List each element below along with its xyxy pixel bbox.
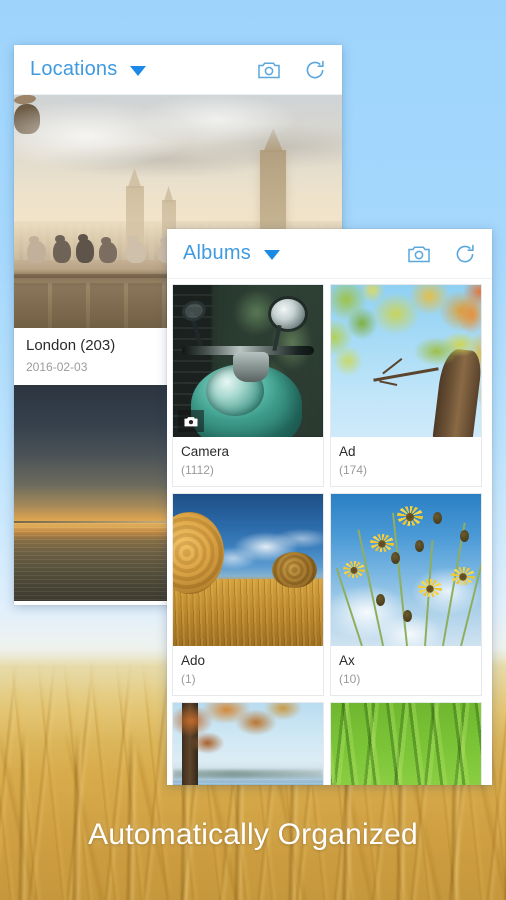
coneflower-bloom	[451, 566, 475, 585]
coneflower-bloom	[370, 533, 394, 552]
album-item-camera[interactable]: Camera (1112)	[172, 284, 324, 487]
album-name: Camera	[181, 444, 230, 459]
grass-blades	[331, 703, 481, 785]
bird-icon	[53, 234, 72, 263]
coneflower-center	[415, 539, 424, 552]
album-row: Camera (1112) Ad (174)	[172, 284, 487, 487]
bird-icon	[76, 233, 95, 263]
chevron-down-icon[interactable]	[263, 250, 280, 260]
album-item-partial-left[interactable]	[172, 702, 324, 785]
albums-card: Albums Camera (1112) Ad (174) Ado (1) Ax…	[167, 229, 492, 785]
coneflower-bloom	[418, 579, 442, 598]
album-row	[172, 702, 487, 785]
coneflower-center	[391, 551, 400, 564]
camera-badge-icon	[178, 410, 204, 432]
cloud-layer	[14, 95, 342, 231]
album-thumbnail[interactable]	[331, 703, 481, 785]
refresh-icon[interactable]	[452, 241, 478, 267]
locations-header: Locations	[14, 45, 342, 95]
album-count: (1)	[181, 672, 196, 686]
bird-icon	[125, 235, 146, 263]
autumn-foliage	[173, 703, 302, 773]
locations-title[interactable]: Locations	[30, 58, 117, 81]
bird-icon	[99, 236, 118, 263]
album-item-ado[interactable]: Ado (1)	[172, 493, 324, 696]
bird-icon	[27, 235, 47, 263]
album-name: Ad	[339, 444, 356, 459]
albums-title[interactable]: Albums	[183, 242, 251, 265]
refresh-icon[interactable]	[302, 57, 328, 83]
camera-icon[interactable]	[256, 57, 282, 83]
album-caption: Camera (1112)	[173, 437, 323, 486]
album-item-ax[interactable]: Ax (10)	[330, 493, 482, 696]
album-item-partial-right[interactable]	[330, 702, 482, 785]
album-thumbnail[interactable]	[173, 703, 323, 785]
album-row: Ado (1) Ax (10)	[172, 493, 487, 696]
camera-icon[interactable]	[406, 241, 432, 267]
album-count: (1112)	[181, 463, 214, 477]
chevron-down-icon[interactable]	[130, 66, 147, 76]
coneflower-center	[403, 609, 412, 622]
album-caption: Ado (1)	[173, 646, 323, 695]
album-caption: Ax (10)	[331, 646, 481, 695]
album-name: Ado	[181, 653, 206, 668]
albums-grid: Camera (1112) Ad (174) Ado (1) Ax (10)	[167, 279, 492, 785]
album-item-ad[interactable]: Ad (174)	[330, 284, 482, 487]
album-thumbnail[interactable]	[331, 285, 481, 437]
coneflower-bloom	[343, 560, 365, 578]
album-name: Ax	[339, 653, 355, 668]
album-thumbnail[interactable]	[331, 494, 481, 646]
album-caption: Ad (174)	[331, 437, 481, 486]
tagline-text: Automatically Organized	[88, 818, 418, 851]
albums-header: Albums	[167, 229, 492, 279]
scooter-stem	[233, 351, 269, 382]
album-count: (174)	[339, 463, 368, 477]
album-thumbnail[interactable]	[173, 285, 323, 437]
scooter-mirror-right	[271, 298, 305, 329]
hay-bale-small	[272, 551, 317, 589]
album-thumbnail[interactable]	[173, 494, 323, 646]
album-count: (10)	[339, 672, 361, 686]
